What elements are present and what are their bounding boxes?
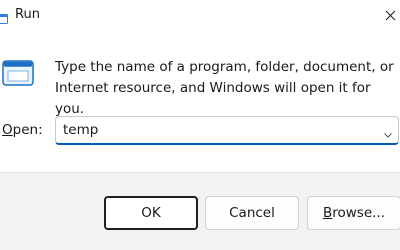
browse-accelerator: B	[322, 205, 333, 221]
browse-label: rowse...	[332, 205, 386, 221]
run-icon	[0, 9, 8, 24]
open-label-text: pen:	[12, 122, 43, 138]
ok-button[interactable]: OK	[104, 196, 198, 230]
close-icon	[385, 10, 395, 20]
open-label: Open:	[2, 122, 43, 138]
window-title: Run	[15, 7, 40, 22]
open-combobox[interactable]: temp	[55, 116, 399, 145]
browse-button[interactable]: Browse...	[307, 196, 400, 230]
run-dialog: Run Type the name of a program, folder, …	[0, 0, 400, 250]
close-button[interactable]	[380, 2, 400, 28]
dialog-footer: OK Cancel Browse...	[0, 172, 400, 250]
cancel-button[interactable]: Cancel	[205, 196, 299, 230]
dialog-description: Type the name of a program, folder, docu…	[55, 59, 394, 117]
title-bar: Run	[0, 0, 400, 32]
open-input[interactable]: temp	[63, 122, 98, 138]
open-label-accelerator: O	[2, 122, 13, 138]
chevron-down-icon[interactable]	[383, 125, 393, 138]
program-window-icon	[2, 60, 36, 88]
